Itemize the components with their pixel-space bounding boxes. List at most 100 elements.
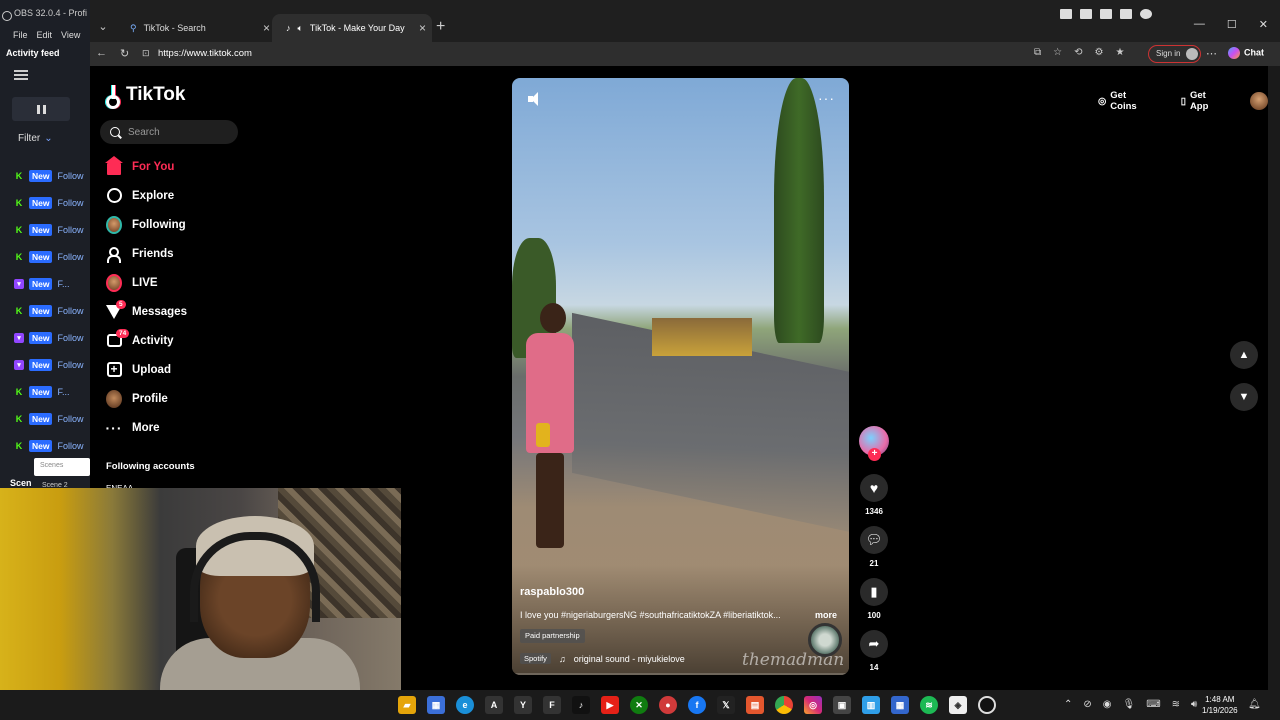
obs-menu-edit[interactable]: Edit — [37, 30, 53, 44]
taskbar-clock[interactable]: 1:48 AM 1/19/2026 — [1202, 694, 1238, 716]
app-blue-icon[interactable]: ▥ — [862, 696, 880, 714]
user-avatar[interactable] — [1250, 92, 1268, 110]
video-username[interactable]: raspablo300 — [520, 586, 584, 598]
feed-item[interactable]: K New Follow — [0, 243, 90, 270]
tray-obs-icon[interactable]: ◉ — [1103, 699, 1112, 710]
spotify-icon[interactable]: ≋ — [920, 696, 938, 714]
sidebar-item-friends[interactable]: Friends — [106, 239, 187, 268]
volume-icon[interactable] — [528, 92, 542, 106]
spotify-tag[interactable]: Spotify — [520, 653, 551, 664]
media-app-icon[interactable]: ▣ — [833, 696, 851, 714]
back-arrow-icon[interactable]: ← — [96, 47, 107, 59]
hamburger-menu-icon[interactable] — [14, 70, 28, 80]
feed-item[interactable]: ▾ New Follow — [0, 351, 90, 378]
minimize-icon[interactable]: — — [1194, 18, 1205, 31]
search-box[interactable] — [100, 120, 238, 144]
app-a-icon[interactable]: A — [485, 696, 503, 714]
share-button[interactable]: ➦ 14 — [856, 630, 892, 672]
save-button[interactable]: ▮ 100 — [856, 578, 892, 620]
tab-tiktok-search[interactable]: ⚲ TikTok - Search × — [116, 14, 276, 42]
speaker-icon[interactable]: 🔈︎ — [298, 23, 303, 34]
next-video-chevron-down-icon[interactable]: ▼ — [1230, 383, 1258, 411]
sound-info[interactable]: Spotify ♫ original sound - miyukielove — [520, 653, 685, 664]
obs-menu-file[interactable]: File — [13, 30, 28, 44]
creator-avatar[interactable]: + — [859, 426, 889, 461]
comment-button[interactable]: 💬︎ 21 — [856, 526, 892, 568]
wifi-icon[interactable]: ≋ — [1172, 699, 1180, 710]
maximize-icon[interactable]: ☐ — [1227, 18, 1237, 31]
copilot-chat-button[interactable]: Chat — [1228, 47, 1264, 59]
favorite-star-icon[interactable]: ☆ — [1053, 47, 1062, 58]
favorites-icon[interactable]: ★ — [1115, 47, 1124, 58]
chat-app-icon[interactable]: ● — [659, 696, 677, 714]
xbox-icon[interactable]: ✕ — [630, 696, 648, 714]
tray-app-icon[interactable]: ⊘ — [1083, 699, 1091, 710]
obs-icon[interactable] — [978, 696, 996, 714]
filter-dropdown[interactable]: Filter ⌄ — [18, 133, 53, 144]
tray-chevron-up-icon[interactable]: ⌃ — [1064, 699, 1072, 710]
caption-more-button[interactable]: more — [815, 610, 837, 620]
feed-item[interactable]: K New Follow — [0, 189, 90, 216]
sidebar-item-activity[interactable]: 74 Activity — [106, 326, 187, 355]
close-tab-icon[interactable]: × — [419, 21, 426, 35]
feed-item[interactable]: ▾ New Follow — [0, 324, 90, 351]
reload-icon[interactable]: ↻ — [120, 47, 129, 60]
tab-tiktok-home[interactable]: ♪ 🔈︎ TikTok - Make Your Day × — [272, 14, 432, 42]
x-twitter-icon[interactable]: 𝕏 — [717, 696, 735, 714]
more-options-icon[interactable]: ⋯ — [1206, 47, 1217, 60]
sidebar-item-following[interactable]: Following — [106, 210, 187, 239]
store-icon[interactable]: ▦ — [427, 696, 445, 714]
gear-icon[interactable] — [1140, 9, 1152, 19]
volume-icon[interactable]: 🔊︎ — [1191, 699, 1197, 710]
sound-disc-icon[interactable] — [808, 623, 842, 657]
previous-video-chevron-up-icon[interactable]: ▲ — [1230, 341, 1258, 369]
follow-plus-icon[interactable]: + — [868, 448, 881, 461]
tab-list-chevron-icon[interactable]: ⌄ — [94, 18, 112, 36]
keyboard-icon[interactable]: ⌨ — [1146, 699, 1160, 710]
sidebar-item-profile[interactable]: Profile — [106, 384, 187, 413]
sidebar-item-upload[interactable]: + Upload — [106, 355, 187, 384]
sidebar-item-more[interactable]: ··· More — [106, 413, 187, 442]
app-calendar-icon[interactable]: ▦ — [891, 696, 909, 714]
feed-item[interactable]: K New Follow — [0, 162, 90, 189]
tiktok-app-icon[interactable]: ♪ — [572, 696, 590, 714]
video-progress-bar[interactable] — [512, 673, 849, 675]
video-player[interactable]: ··· raspablo300 I love you #nigeriaburge… — [512, 78, 849, 675]
feed-item[interactable]: K New Follow — [0, 405, 90, 432]
chrome-icon[interactable] — [775, 696, 793, 714]
page-scrollbar[interactable] — [1268, 66, 1280, 714]
facebook-icon[interactable]: f — [688, 696, 706, 714]
tiktok-logo[interactable]: TikTok — [106, 84, 185, 109]
window-capture-icon[interactable] — [1120, 9, 1132, 19]
sidebar-item-live[interactable]: LIVE — [106, 268, 187, 297]
video-record-icon[interactable] — [1100, 9, 1112, 19]
sidebar-item-explore[interactable]: Explore — [106, 181, 187, 210]
search-input[interactable] — [128, 126, 228, 138]
notification-bell-icon[interactable]: 🔔︎ — [1248, 699, 1261, 710]
app-y-icon[interactable]: Y — [514, 696, 532, 714]
app-white-icon[interactable]: ◈ — [949, 696, 967, 714]
feed-item[interactable]: K New Follow — [0, 432, 90, 459]
screenshot-icon[interactable] — [1060, 9, 1072, 19]
get-coins-button[interactable]: ◎ Get Coins — [1090, 90, 1163, 112]
sidebar-item-messages[interactable]: 5 Messages — [106, 297, 187, 326]
sidebar-item-for-you[interactable]: For You — [105, 152, 187, 181]
get-app-button[interactable]: ▯ Get App — [1173, 90, 1234, 112]
feed-item[interactable]: ▾ New F... — [0, 270, 90, 297]
feed-item[interactable]: K New Follow — [0, 297, 90, 324]
url-input[interactable]: https://www.tiktok.com — [158, 48, 252, 59]
edge-icon[interactable]: e — [456, 696, 474, 714]
pause-button[interactable] — [12, 97, 70, 121]
microphone-icon[interactable]: 🎙︎ — [1123, 699, 1136, 710]
more-options-icon[interactable]: ··· — [818, 90, 835, 106]
file-explorer-icon[interactable]: ▰ — [398, 696, 416, 714]
app-orange-icon[interactable]: ▤ — [746, 696, 764, 714]
youtube-icon[interactable]: ▶ — [601, 696, 619, 714]
sign-in-button[interactable]: Sign in — [1148, 45, 1202, 63]
close-window-icon[interactable]: ✕ — [1259, 18, 1268, 31]
feed-item[interactable]: K New Follow — [0, 216, 90, 243]
like-button[interactable]: ♥ 1346 — [856, 474, 892, 516]
open-in-app-icon[interactable]: ⧉ — [1034, 47, 1041, 58]
new-tab-button[interactable]: + — [436, 18, 445, 36]
instagram-icon[interactable]: ◎ — [804, 696, 822, 714]
